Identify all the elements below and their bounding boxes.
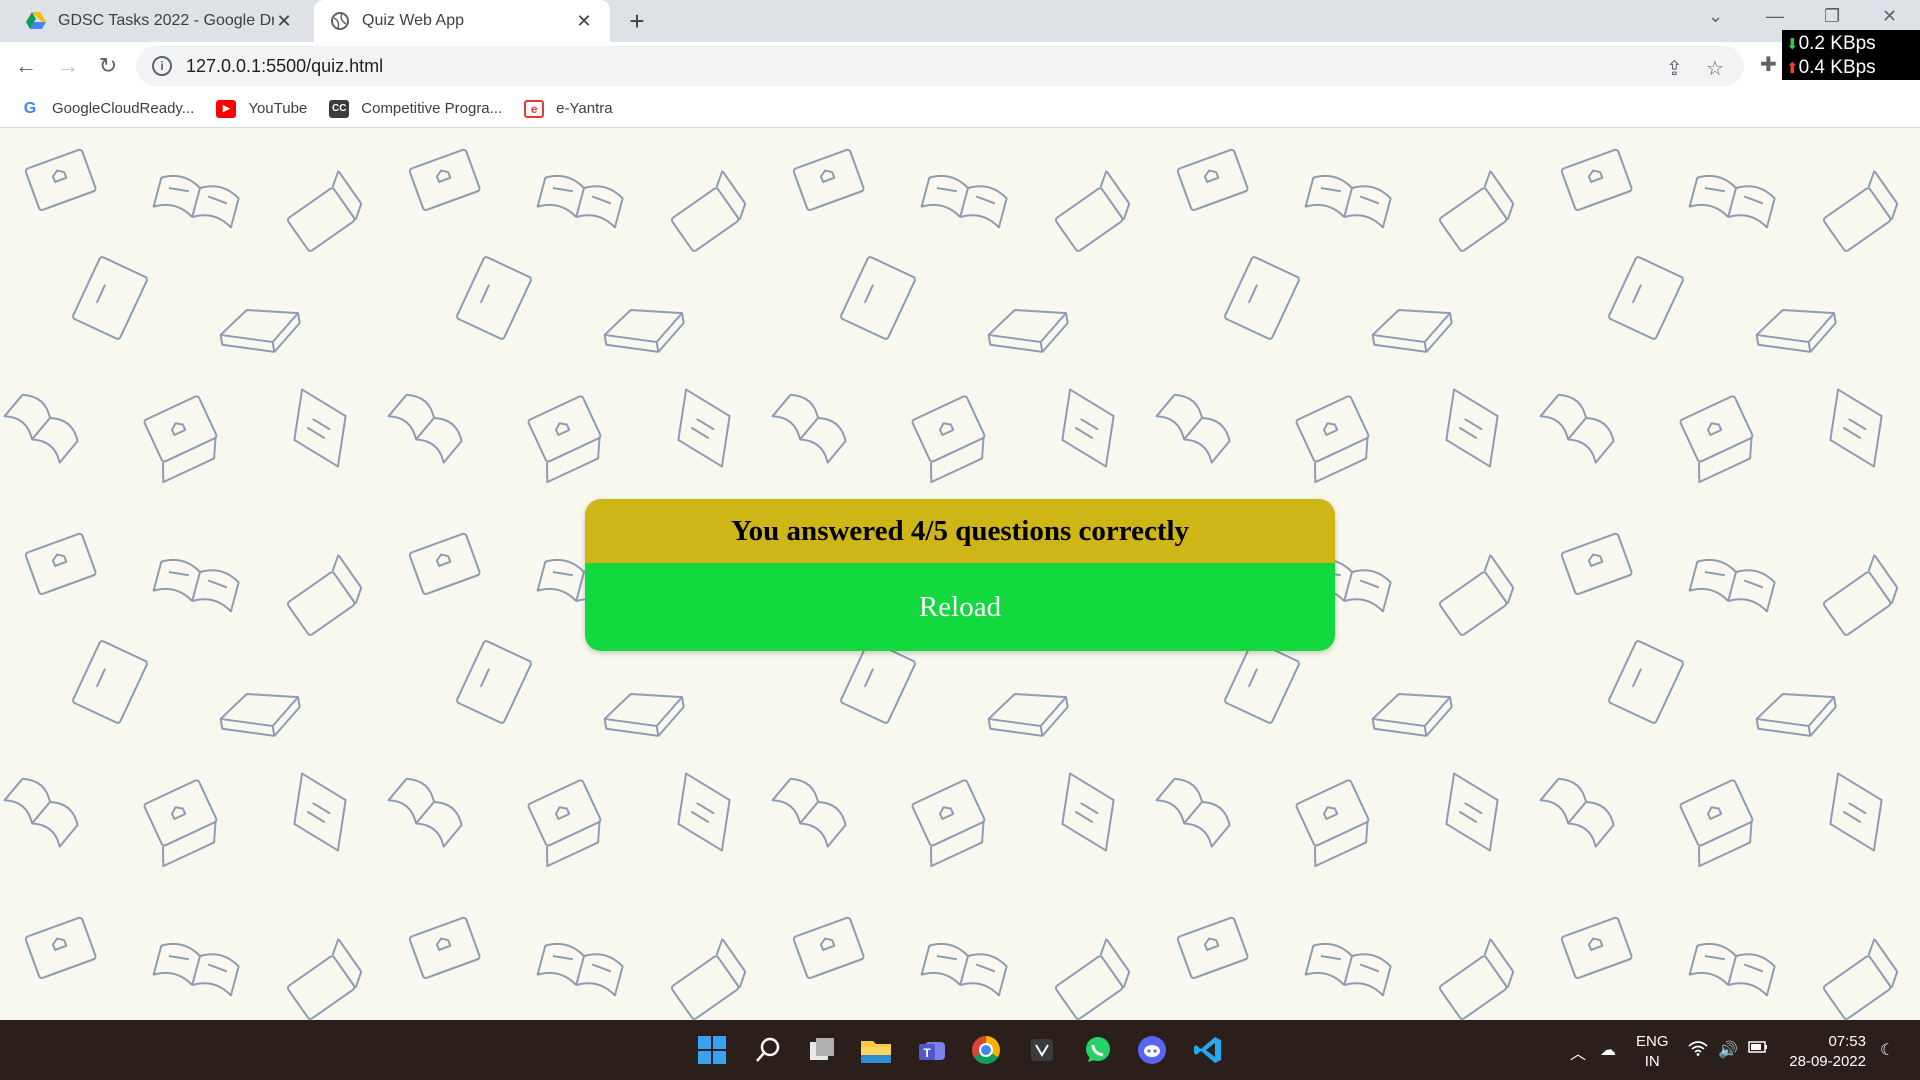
- bookmark-label: YouTube: [248, 100, 308, 117]
- cc-icon: CC: [329, 99, 350, 118]
- chrome-icon[interactable]: [968, 1032, 1004, 1068]
- google-drive-icon: [26, 11, 46, 31]
- tab-bar: GDSC Tasks 2022 - Google Drive ✕ Quiz We…: [0, 0, 1920, 42]
- reload-button[interactable]: Reload: [585, 563, 1335, 651]
- bookmark-e-yantra[interactable]: e e-Yantra: [524, 99, 613, 118]
- clock-date: 28-09-2022: [1789, 1053, 1866, 1070]
- extensions-icon[interactable]: ✚: [1760, 52, 1777, 77]
- search-icon[interactable]: [750, 1032, 786, 1068]
- tab-google-drive[interactable]: GDSC Tasks 2022 - Google Drive ✕: [10, 0, 310, 42]
- score-heading: You answered 4/5 questions correctly: [585, 499, 1335, 563]
- network-monitor: ⬇0.2 KBps ⬆0.4 KBps: [1782, 30, 1920, 80]
- discord-icon[interactable]: [1134, 1032, 1170, 1068]
- region-code: IN: [1644, 1053, 1660, 1070]
- globe-icon: [330, 11, 350, 31]
- close-tab-icon[interactable]: ✕: [274, 11, 294, 32]
- google-icon: G: [23, 99, 37, 117]
- youtube-icon: ▶: [216, 99, 237, 118]
- tab-title: Quiz Web App: [362, 12, 464, 29]
- notification-icon[interactable]: ☾: [1880, 1040, 1894, 1060]
- teams-icon[interactable]: T: [914, 1032, 950, 1068]
- show-hidden-icons[interactable]: ︿: [1570, 1040, 1586, 1064]
- bookmark-label: e-Yantra: [556, 100, 613, 117]
- reload-page-button[interactable]: ↻: [92, 50, 124, 82]
- tab-title: GDSC Tasks 2022 - Google Drive: [58, 12, 274, 29]
- bookmarks-bar: G GoogleCloudReady... ▶ YouTube CC Compe…: [0, 90, 1920, 128]
- tab-quiz-web-app[interactable]: Quiz Web App ✕: [314, 0, 610, 42]
- url-input[interactable]: [186, 55, 986, 77]
- upload-arrow-icon: ⬆: [1786, 60, 1799, 77]
- e-yantra-icon: e: [524, 99, 545, 118]
- bookmark-youtube[interactable]: ▶ YouTube: [216, 99, 308, 118]
- battery-icon[interactable]: [1748, 1040, 1768, 1059]
- share-icon[interactable]: ⇪: [1666, 56, 1683, 81]
- back-button[interactable]: ←: [10, 50, 42, 82]
- bookmark-star-icon[interactable]: ☆: [1706, 56, 1724, 81]
- restore-icon[interactable]: ❐: [1824, 6, 1840, 27]
- quiz-page: You answered 4/5 questions correctly Rel…: [0, 128, 1920, 1020]
- new-tab-button[interactable]: +: [622, 6, 652, 37]
- task-view-icon[interactable]: [804, 1032, 840, 1068]
- browser-toolbar: ← → ↻ i ⇪ ☆: [0, 42, 1920, 90]
- download-arrow-icon: ⬇: [1786, 36, 1799, 53]
- volume-icon[interactable]: 🔊: [1718, 1040, 1738, 1060]
- address-bar[interactable]: i ⇪ ☆: [136, 46, 1744, 86]
- quiz-result-card: You answered 4/5 questions correctly Rel…: [585, 499, 1335, 651]
- vscode-icon[interactable]: [1190, 1032, 1226, 1068]
- upload-speed: 0.4 KBps: [1798, 57, 1876, 78]
- whatsapp-icon[interactable]: [1080, 1032, 1116, 1068]
- bookmark-competitive-programming[interactable]: CC Competitive Progra...: [329, 99, 503, 118]
- close-window-icon[interactable]: ✕: [1882, 6, 1897, 27]
- clock-time: 07:53: [1828, 1033, 1866, 1050]
- app-icon[interactable]: [1024, 1032, 1060, 1068]
- windows-start-icon[interactable]: [694, 1032, 730, 1068]
- svg-text:T: T: [923, 1046, 931, 1060]
- language-indicator[interactable]: ENG IN: [1636, 1032, 1669, 1072]
- bookmark-label: GoogleCloudReady...: [52, 100, 195, 117]
- download-speed: 0.2 KBps: [1798, 33, 1876, 54]
- site-info-icon[interactable]: i: [152, 56, 172, 76]
- close-tab-icon[interactable]: ✕: [574, 11, 594, 32]
- onedrive-icon[interactable]: ☁: [1600, 1040, 1616, 1060]
- bookmark-label: Competitive Progra...: [361, 100, 503, 117]
- minimize-icon[interactable]: —: [1766, 6, 1784, 27]
- windows-taskbar: T ︿ ☁ ENG IN 🔊 07:53 28-09-2022 ☾: [0, 1020, 1920, 1080]
- wifi-icon[interactable]: [1688, 1040, 1708, 1061]
- system-clock[interactable]: 07:53 28-09-2022: [1784, 1032, 1866, 1072]
- file-explorer-icon[interactable]: [858, 1032, 894, 1068]
- forward-button[interactable]: →: [52, 50, 84, 82]
- bookmark-google-cloud[interactable]: G GoogleCloudReady...: [20, 99, 195, 118]
- tab-search-icon[interactable]: ⌄: [1708, 6, 1723, 27]
- language-code: ENG: [1636, 1033, 1669, 1050]
